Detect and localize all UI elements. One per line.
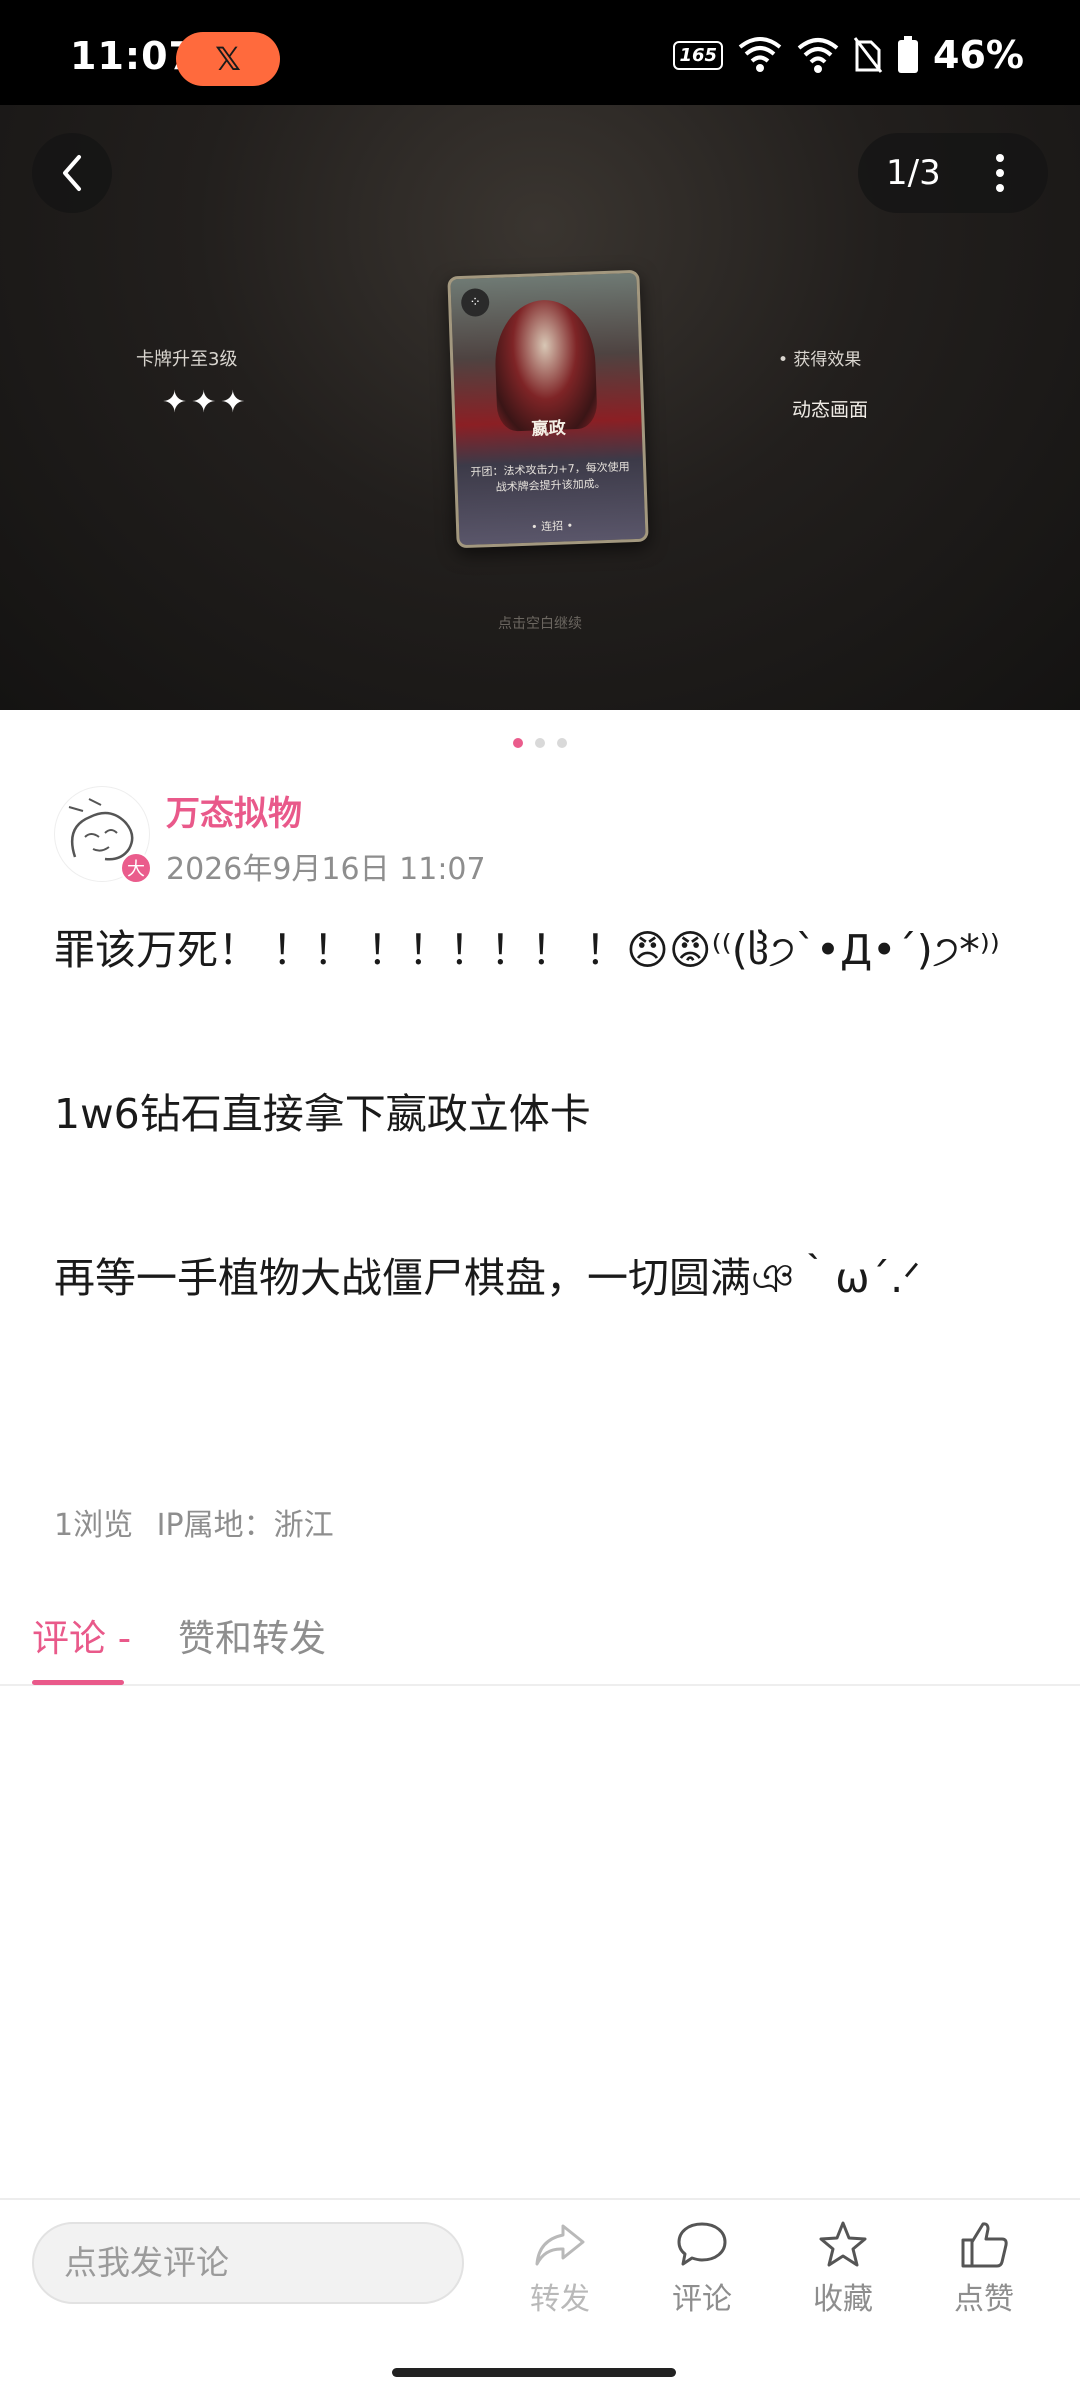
card-description: 开团：法术攻击力+7，每次使用战术牌会提升该加成。: [470, 460, 630, 494]
back-button[interactable]: [32, 133, 112, 213]
view-count: 1浏览: [54, 1508, 134, 1543]
comment-button[interactable]: 评论: [652, 2220, 752, 2318]
post-line: 1w6钻石直接拿下嬴政立体卡: [54, 1090, 591, 1138]
post-line: 罪该万死！ ！！ ！！！！！ ！😠😡⁽⁽(ჱ੭`•Д•´)੭*⁾⁾: [54, 926, 1000, 974]
image-carousel[interactable]: 1/3 卡牌升至3级 ✦✦✦ • 获得效果 动态画面 ⁘ 嬴政 开团：法术攻击力…: [0, 105, 1080, 710]
share-icon: [535, 2224, 585, 2266]
home-indicator[interactable]: [392, 2368, 676, 2377]
comment-tabs: 评论 - 赞和转发: [0, 1600, 1080, 1686]
share-button[interactable]: 转发: [510, 2220, 610, 2318]
image-counter-group: 1/3: [858, 133, 1048, 213]
favorite-label: 收藏: [813, 2282, 873, 2317]
comment-label: 评论: [672, 2282, 732, 2317]
effect-value: 动态画面: [792, 399, 869, 421]
battery-icon: [898, 36, 919, 73]
more-dot-icon: [996, 184, 1004, 192]
like-button[interactable]: 点赞: [934, 2220, 1034, 2318]
image-counter: 1/3: [886, 153, 941, 193]
card-footer: • 连招 •: [530, 519, 574, 534]
card-corner-icon: ⁘: [460, 287, 490, 317]
more-dot-icon: [996, 154, 1004, 162]
status-icons: 165 46%: [673, 30, 1024, 80]
tab-likes-reposts[interactable]: 赞和转发: [178, 1608, 326, 1662]
comment-icon: [677, 2222, 727, 2266]
refresh-rate-badge: 165: [673, 40, 724, 70]
card-name: 嬴政: [531, 418, 567, 440]
game-card-image: ⁘ 嬴政 开团：法术攻击力+7，每次使用战术牌会提升该加成。 • 连招 •: [447, 269, 649, 549]
pager-dot: [557, 738, 567, 748]
pager-dot: [535, 738, 545, 748]
favorite-button[interactable]: 收藏: [793, 2220, 893, 2318]
star-rating: ✦✦✦: [162, 385, 250, 420]
ip-location: IP属地：浙江: [156, 1508, 334, 1543]
post-line: 再等一手植物大战僵尸棋盘，一切圆满ঞ｀ω´.ᐟ: [54, 1254, 921, 1302]
wifi6-icon: [738, 37, 782, 72]
thumbs-up-icon: [961, 2222, 1008, 2268]
no-sim-icon: [853, 37, 883, 73]
card-level-label: 卡牌升至3级: [136, 349, 238, 370]
effect-label: • 获得效果: [778, 350, 862, 370]
post-timestamp: 2026年9月16日 11:07: [166, 852, 486, 887]
author-name[interactable]: 万态拟物: [166, 786, 302, 835]
pager-dot: [513, 738, 523, 748]
status-bar: 11:07 𝕏 165 46%: [0, 0, 1080, 105]
battery-percent: 46%: [933, 33, 1024, 77]
share-label: 转发: [530, 2282, 590, 2317]
tap-to-continue-hint: 点击空白继续: [498, 616, 582, 632]
back-arrow-icon: [63, 155, 81, 191]
post-meta: 1浏览 IP属地：浙江: [54, 1500, 334, 1544]
more-dot-icon: [996, 169, 1004, 177]
user-level-badge: 大: [120, 852, 152, 884]
like-label: 点赞: [954, 2282, 1014, 2317]
more-options-button[interactable]: [966, 139, 1034, 207]
wifi-icon: [797, 38, 839, 73]
x-logo-icon: 𝕏: [176, 32, 280, 86]
comment-input[interactable]: 点我发评论: [32, 2222, 464, 2304]
card-character-art: [493, 298, 598, 432]
star-icon: [819, 2221, 867, 2267]
active-tab-indicator: [32, 1680, 124, 1685]
tab-comments[interactable]: 评论 -: [32, 1608, 131, 1662]
carousel-pager: [0, 738, 1080, 748]
app-root: 11:07 𝕏 165 46% 1/3 卡牌升至3级 ✦✦✦ • 获得效果 动态…: [0, 0, 1080, 2400]
